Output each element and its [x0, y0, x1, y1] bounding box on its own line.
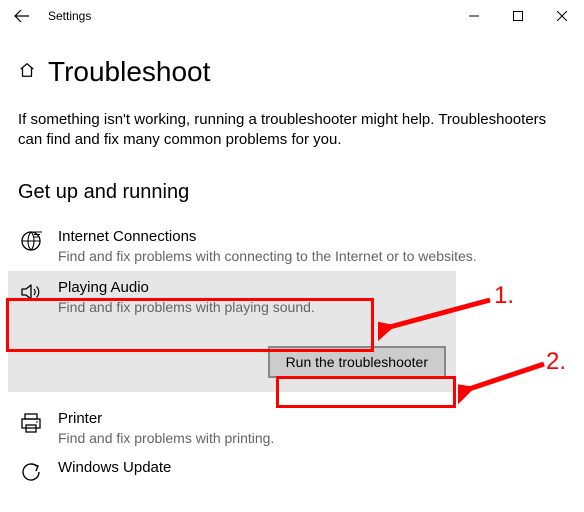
close-button[interactable]	[540, 0, 584, 32]
selected-item-block: Playing Audio Find and fix problems with…	[8, 271, 456, 392]
titlebar: Settings	[0, 0, 584, 32]
globe-icon	[18, 228, 44, 254]
section-title: Get up and running	[18, 181, 566, 204]
back-button[interactable]	[0, 0, 44, 32]
run-button-row: Run the troubleshooter	[8, 346, 456, 378]
item-playing-audio[interactable]: Playing Audio Find and fix problems with…	[8, 271, 456, 324]
minimize-button[interactable]	[452, 0, 496, 32]
back-arrow-icon	[14, 8, 30, 24]
window-title: Settings	[48, 9, 91, 23]
item-windows-update[interactable]: Windows Update	[18, 453, 566, 491]
item-title: Windows Update	[58, 459, 566, 476]
item-internet-connections[interactable]: Internet Connections Find and fix proble…	[18, 222, 566, 271]
item-printer[interactable]: Printer Find and fix problems with print…	[18, 404, 566, 453]
item-desc: Find and fix problems with connecting to…	[58, 247, 566, 265]
page-header: Troubleshoot	[18, 56, 566, 88]
home-icon[interactable]	[18, 61, 36, 84]
minimize-icon	[469, 11, 479, 21]
run-troubleshooter-button[interactable]: Run the troubleshooter	[268, 346, 446, 378]
page-title: Troubleshoot	[48, 56, 210, 88]
item-title: Printer	[58, 410, 566, 427]
item-title: Internet Connections	[58, 228, 566, 245]
maximize-icon	[513, 11, 523, 21]
window-controls	[452, 0, 584, 32]
speaker-icon	[18, 279, 44, 305]
item-desc: Find and fix problems with playing sound…	[58, 298, 446, 316]
close-icon	[557, 11, 567, 21]
update-icon	[18, 459, 44, 485]
intro-text: If something isn't working, running a tr…	[18, 110, 558, 151]
item-desc: Find and fix problems with printing.	[58, 429, 566, 447]
content-area: Troubleshoot If something isn't working,…	[0, 32, 584, 491]
printer-icon	[18, 410, 44, 436]
item-title: Playing Audio	[58, 279, 446, 296]
maximize-button[interactable]	[496, 0, 540, 32]
